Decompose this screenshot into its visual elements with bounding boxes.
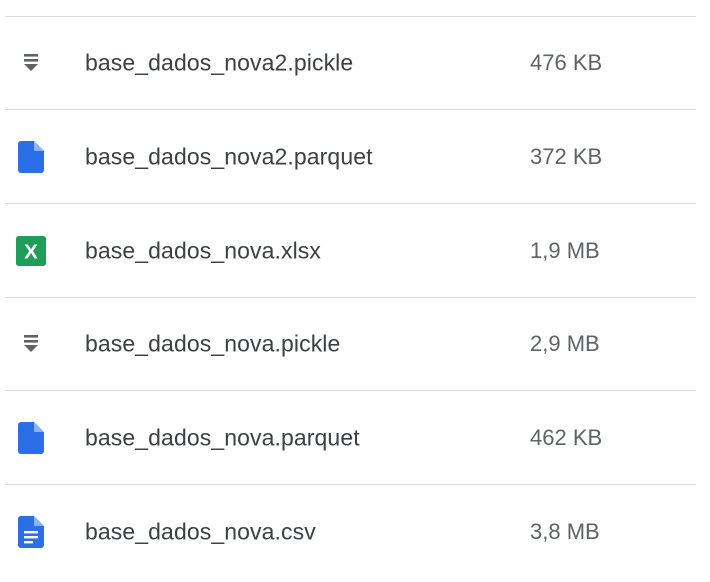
file-list: base_dados_nova2.pickle 476 KB base_dado…: [0, 0, 710, 582]
file-name: base_dados_nova.parquet: [85, 424, 360, 451]
file-size: 462 KB: [530, 425, 603, 450]
file-size: 476 KB: [530, 50, 603, 75]
generic-file-icon: [16, 47, 46, 79]
file-row[interactable]: base_dados_nova2.pickle 476 KB: [5, 17, 696, 110]
file-name: base_dados_nova.xlsx: [85, 237, 321, 264]
generic-file-icon: [16, 328, 46, 360]
file-row[interactable]: base_dados_nova.parquet 462 KB: [5, 392, 696, 485]
file-name: base_dados_nova.pickle: [85, 330, 341, 357]
blue-file-icon: [16, 141, 46, 173]
file-name: base_dados_nova2.pickle: [85, 49, 354, 76]
text-document-icon: [16, 515, 46, 548]
file-size: 372 KB: [530, 144, 603, 169]
file-row[interactable]: base_dados_nova2.parquet 372 KB: [5, 111, 696, 204]
file-size: 1,9 MB: [530, 238, 600, 263]
file-size: 2,9 MB: [530, 331, 600, 356]
file-row[interactable]: X base_dados_nova.xlsx 1,9 MB: [5, 205, 696, 298]
file-name: base_dados_nova.csv: [85, 518, 316, 544]
file-size: 3,8 MB: [530, 518, 600, 544]
file-row[interactable]: base_dados_nova.pickle 2,9 MB: [5, 298, 696, 391]
excel-icon: X: [16, 235, 46, 267]
blue-file-icon: [16, 422, 46, 454]
excel-icon-letter: X: [24, 241, 38, 264]
file-name: base_dados_nova2.parquet: [85, 143, 373, 170]
file-row[interactable]: base_dados_nova.csv 3,8 MB: [5, 485, 696, 578]
